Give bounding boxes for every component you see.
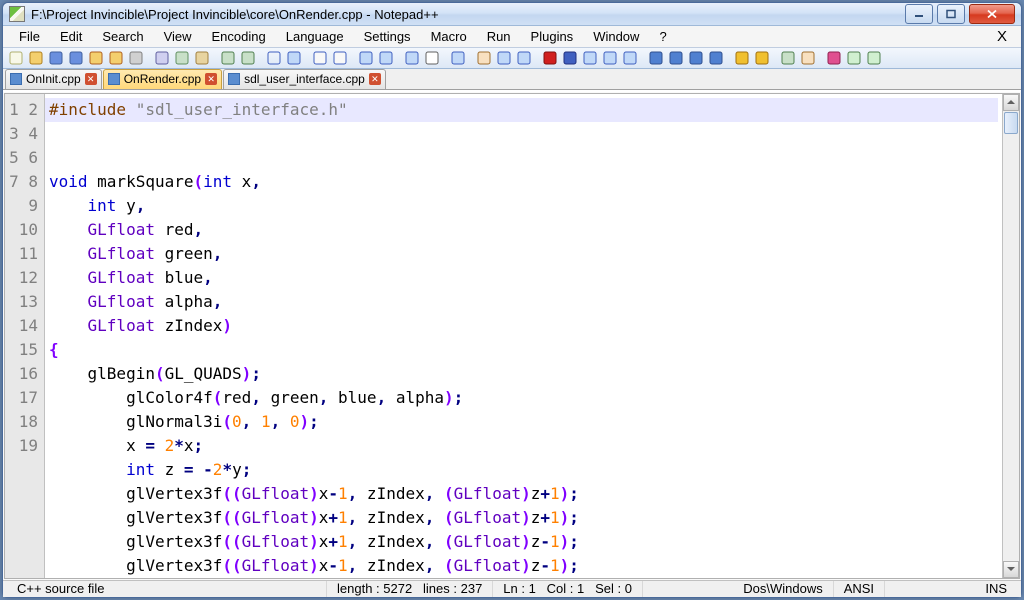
- zoom-in-icon[interactable]: [311, 49, 329, 67]
- tri-blue-u-icon[interactable]: [667, 49, 685, 67]
- close-all-icon[interactable]: [107, 49, 125, 67]
- editor-area: 1 2 3 4 5 6 7 8 9 10 11 12 13 14 15 16 1…: [3, 90, 1021, 580]
- open-file-icon[interactable]: [27, 49, 45, 67]
- file-icon: [228, 73, 240, 85]
- spell-abc-icon[interactable]: [865, 49, 883, 67]
- tri-blue-d-icon[interactable]: [687, 49, 705, 67]
- menu-help[interactable]: ?: [649, 27, 676, 46]
- line-gutter: 1 2 3 4 5 6 7 8 9 10 11 12 13 14 15 16 1…: [5, 94, 45, 578]
- menu-language[interactable]: Language: [276, 27, 354, 46]
- tab-label: sdl_user_interface.cpp: [244, 72, 365, 86]
- status-insert: INS: [975, 581, 1017, 597]
- close-window-button[interactable]: [969, 4, 1015, 24]
- undo-icon[interactable]: [219, 49, 237, 67]
- scroll-track[interactable]: [1003, 111, 1019, 561]
- tab-OnInit-cpp[interactable]: OnInit.cpp ✕: [5, 69, 102, 89]
- comment-icon[interactable]: [779, 49, 797, 67]
- status-col: Col : 1: [547, 581, 585, 596]
- menu-edit[interactable]: Edit: [50, 27, 92, 46]
- tool-bar: [3, 47, 1021, 69]
- func-list-icon[interactable]: [515, 49, 533, 67]
- app-window: F:\Project Invincible\Project Invincible…: [2, 2, 1022, 598]
- editor[interactable]: 1 2 3 4 5 6 7 8 9 10 11 12 13 14 15 16 1…: [4, 93, 1020, 579]
- doc-map-icon[interactable]: [495, 49, 513, 67]
- tri-yel-r-icon[interactable]: [753, 49, 771, 67]
- uncomment-icon[interactable]: [799, 49, 817, 67]
- tab-sdl_user_interface-cpp[interactable]: sdl_user_interface.cpp ✕: [223, 69, 386, 89]
- menu-window[interactable]: Window: [583, 27, 649, 46]
- scroll-up-button[interactable]: [1003, 94, 1019, 111]
- cut-icon[interactable]: [153, 49, 171, 67]
- show-all-icon[interactable]: [423, 49, 441, 67]
- save-all-icon[interactable]: [67, 49, 85, 67]
- status-ln: Ln : 1: [503, 581, 536, 596]
- title-bar[interactable]: F:\Project Invincible\Project Invincible…: [3, 3, 1021, 26]
- menu-macro[interactable]: Macro: [421, 27, 477, 46]
- scroll-thumb[interactable]: [1004, 112, 1018, 134]
- minimize-button[interactable]: [905, 4, 933, 24]
- sync-v-icon[interactable]: [357, 49, 375, 67]
- save-icon[interactable]: [47, 49, 65, 67]
- indent-guide-icon[interactable]: [449, 49, 467, 67]
- menu-search[interactable]: Search: [92, 27, 153, 46]
- file-icon: [10, 73, 22, 85]
- tab-bar: OnInit.cpp✕OnRender.cpp✕sdl_user_interfa…: [3, 69, 1021, 90]
- new-file-icon[interactable]: [7, 49, 25, 67]
- copy-icon[interactable]: [173, 49, 191, 67]
- status-bar: C++ source file length : 5272 lines : 23…: [3, 580, 1021, 597]
- status-length-text: length : 5272: [337, 581, 412, 596]
- menu-file[interactable]: File: [9, 27, 50, 46]
- redo-icon[interactable]: [239, 49, 257, 67]
- status-filetype: C++ source file: [7, 581, 327, 597]
- tab-label: OnRender.cpp: [124, 72, 201, 86]
- menu-settings[interactable]: Settings: [354, 27, 421, 46]
- zoom-out-icon[interactable]: [331, 49, 349, 67]
- play-icon[interactable]: [581, 49, 599, 67]
- close-icon[interactable]: [87, 49, 105, 67]
- menu-view[interactable]: View: [154, 27, 202, 46]
- tri-blue-l-icon[interactable]: [647, 49, 665, 67]
- menu-plugins[interactable]: Plugins: [521, 27, 584, 46]
- status-sel: Sel : 0: [595, 581, 632, 596]
- replace-icon[interactable]: [285, 49, 303, 67]
- find-icon[interactable]: [265, 49, 283, 67]
- menu-bar: File Edit Search View Encoding Language …: [3, 26, 1021, 47]
- record-icon[interactable]: [541, 49, 559, 67]
- tab-close-button[interactable]: ✕: [369, 73, 381, 85]
- window-buttons: [905, 4, 1015, 24]
- status-eol: Dos\Windows: [733, 581, 833, 597]
- bug-icon[interactable]: [825, 49, 843, 67]
- scroll-down-button[interactable]: [1003, 561, 1019, 578]
- status-lines-text: lines : 237: [423, 581, 482, 596]
- udl-icon[interactable]: [475, 49, 493, 67]
- save-macro-icon[interactable]: [621, 49, 639, 67]
- status-length: length : 5272 lines : 237: [327, 581, 493, 597]
- tab-OnRender-cpp[interactable]: OnRender.cpp ✕: [103, 69, 222, 89]
- tab-close-button[interactable]: ✕: [85, 73, 97, 85]
- word-wrap-icon[interactable]: [403, 49, 421, 67]
- status-pos: Ln : 1 Col : 1 Sel : 0: [493, 581, 643, 597]
- window-title: F:\Project Invincible\Project Invincible…: [31, 7, 905, 22]
- play-multi-icon[interactable]: [601, 49, 619, 67]
- menu-encoding[interactable]: Encoding: [202, 27, 276, 46]
- tab-close-button[interactable]: ✕: [205, 73, 217, 85]
- file-icon: [108, 73, 120, 85]
- paste-icon[interactable]: [193, 49, 211, 67]
- vertical-scrollbar[interactable]: [1002, 94, 1019, 578]
- status-encoding: ANSI: [834, 581, 885, 597]
- menu-run[interactable]: Run: [477, 27, 521, 46]
- stop-icon[interactable]: [561, 49, 579, 67]
- tab-label: OnInit.cpp: [26, 72, 81, 86]
- secondary-close-button[interactable]: X: [989, 26, 1015, 47]
- app-icon: [9, 6, 25, 22]
- tri-yel-l-icon[interactable]: [733, 49, 751, 67]
- spell-icon[interactable]: [845, 49, 863, 67]
- print-icon[interactable]: [127, 49, 145, 67]
- sync-h-icon[interactable]: [377, 49, 395, 67]
- tri-blue-r-icon[interactable]: [707, 49, 725, 67]
- maximize-button[interactable]: [937, 4, 965, 24]
- code-view[interactable]: #include "sdl_user_interface.h" void mar…: [45, 94, 1002, 578]
